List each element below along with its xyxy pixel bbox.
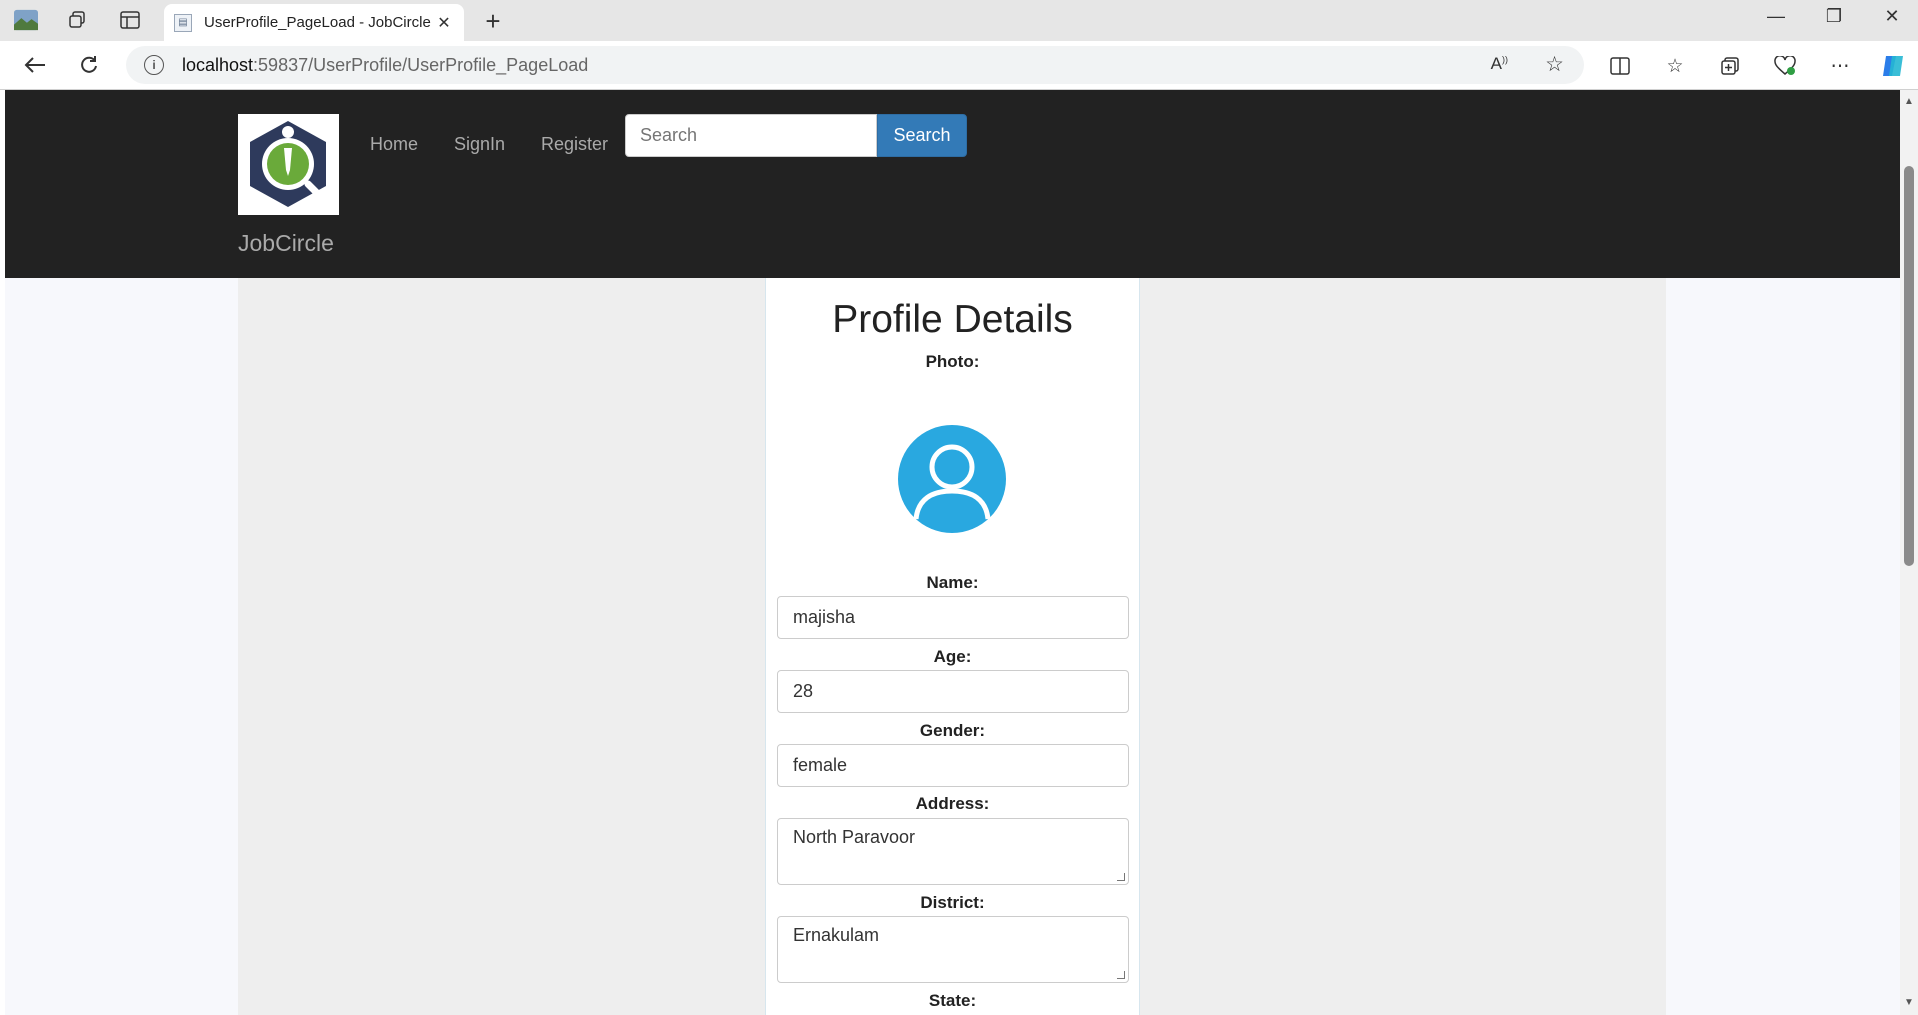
age-field[interactable]: 28 xyxy=(777,670,1129,713)
gender-field[interactable]: female xyxy=(777,744,1129,787)
brand-name[interactable]: JobCircle xyxy=(238,230,334,257)
scrollbar-thumb[interactable] xyxy=(1904,166,1914,566)
favorites-icon[interactable]: ☆ xyxy=(1660,52,1690,80)
profile-panel: Profile Details Photo: Name: majisha Age… xyxy=(765,278,1140,1015)
photo-label: Photo: xyxy=(925,352,980,371)
browser-tab-bar: ▤ UserProfile_PageLoad - JobCircle ✕ + —… xyxy=(0,0,1918,41)
district-value: Ernakulam xyxy=(793,925,880,945)
user-avatar-icon xyxy=(898,425,1006,533)
name-field[interactable]: majisha xyxy=(777,596,1129,639)
active-tab[interactable]: ▤ UserProfile_PageLoad - JobCircle ✕ xyxy=(164,4,464,41)
age-label: Age: xyxy=(933,647,972,666)
profile-avatar-icon[interactable] xyxy=(14,8,38,32)
address-bar[interactable]: i localhost:59837/UserProfile/UserProfil… xyxy=(126,46,1584,84)
more-menu-icon[interactable]: ⋯ xyxy=(1825,52,1855,80)
search-button[interactable]: Search xyxy=(877,114,967,157)
scroll-up-arrow-icon[interactable]: ▲ xyxy=(1903,96,1915,108)
browser-essentials-icon[interactable] xyxy=(1770,52,1800,80)
collections-icon[interactable] xyxy=(1715,52,1745,80)
address-textarea[interactable]: North Paravoor xyxy=(777,818,1129,885)
back-arrow-icon[interactable] xyxy=(20,51,50,79)
url-host: localhost xyxy=(182,54,254,75)
minimize-button[interactable]: — xyxy=(1756,6,1796,27)
name-label: Name: xyxy=(926,573,979,592)
page-viewport: JobCircle Home SignIn Register Search Pr… xyxy=(5,90,1900,1015)
jobcircle-logo[interactable] xyxy=(238,114,339,215)
nav-register-link[interactable]: Register xyxy=(541,134,608,155)
reload-icon[interactable] xyxy=(74,51,104,79)
site-info-icon[interactable]: i xyxy=(144,55,164,75)
page-scrollbar[interactable]: ▲ ▼ xyxy=(1900,90,1918,1015)
district-textarea[interactable]: Ernakulam xyxy=(777,916,1129,983)
close-tab-icon[interactable]: ✕ xyxy=(434,13,454,33)
tab-title: UserProfile_PageLoad - JobCircle xyxy=(204,14,431,31)
page-favicon-icon: ▤ xyxy=(174,13,192,32)
resize-grip-icon[interactable] xyxy=(1117,971,1125,979)
new-tab-button[interactable]: + xyxy=(478,6,508,37)
search-input[interactable] xyxy=(625,114,877,157)
address-value: North Paravoor xyxy=(793,827,916,847)
favorite-star-icon[interactable]: ☆ xyxy=(1545,52,1564,77)
state-label: State: xyxy=(928,991,977,1010)
address-label: Address: xyxy=(915,794,990,813)
site-navbar: JobCircle Home SignIn Register Search xyxy=(5,90,1900,278)
vertical-tabs-icon[interactable] xyxy=(118,8,142,32)
url-path: :59837/UserProfile/UserProfile_PageLoad xyxy=(253,54,589,75)
close-window-button[interactable]: ✕ xyxy=(1872,6,1912,27)
page-title: Profile Details xyxy=(832,298,1073,341)
copilot-icon[interactable] xyxy=(1878,52,1908,80)
district-label: District: xyxy=(920,893,985,912)
gender-label: Gender: xyxy=(919,721,986,740)
browser-toolbar: i localhost:59837/UserProfile/UserProfil… xyxy=(0,41,1918,90)
workspaces-icon[interactable] xyxy=(65,8,89,32)
nav-home-link[interactable]: Home xyxy=(370,134,418,155)
restore-button[interactable]: ❐ xyxy=(1814,6,1854,27)
scroll-down-arrow-icon[interactable]: ▼ xyxy=(1903,997,1915,1009)
read-aloud-icon[interactable]: A)) xyxy=(1491,54,1508,74)
nav-signin-link[interactable]: SignIn xyxy=(454,134,505,155)
resize-grip-icon[interactable] xyxy=(1117,873,1125,881)
split-screen-icon[interactable] xyxy=(1605,52,1635,80)
